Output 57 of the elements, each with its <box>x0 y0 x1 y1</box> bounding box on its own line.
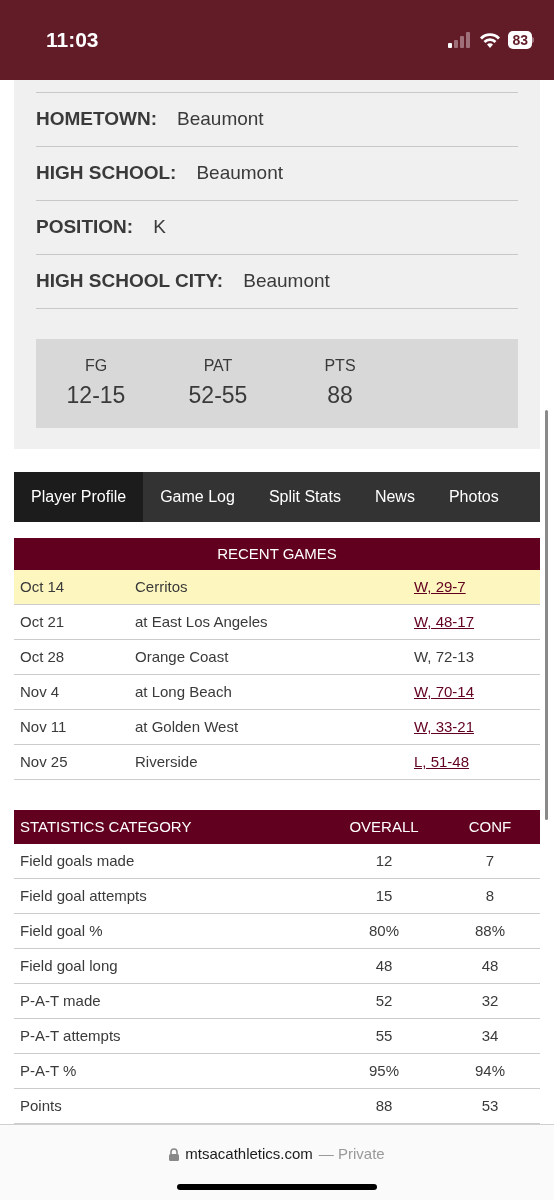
game-result[interactable]: W, 29-7 <box>414 575 466 599</box>
clock: 11:03 <box>46 27 99 54</box>
field-label: HOMETOWN: <box>36 107 158 132</box>
table-header: RECENT GAMES <box>14 538 540 570</box>
table-cell-text: 53 <box>481 1095 499 1116</box>
table-cell-text: P-A-T % <box>20 1060 78 1081</box>
field-value: Beaumont <box>243 269 330 294</box>
table-cell-text: Field goal attempts <box>20 885 148 906</box>
table-cell-text: 48 <box>375 955 393 976</box>
field-value: Beaumont <box>196 161 283 186</box>
game-result[interactable]: L, 51-48 <box>414 750 470 774</box>
signal-icon <box>448 32 473 48</box>
summary-value: 88 <box>327 381 353 411</box>
table-cell-text: Field goal long <box>20 955 119 976</box>
table-cell-text: 15 <box>375 885 393 906</box>
table-cell-text: 8 <box>485 885 495 906</box>
table-cell-text: 52 <box>375 990 393 1011</box>
table-cell-text: P-A-T attempts <box>20 1025 122 1046</box>
table-cell-text: Field goal % <box>20 920 104 941</box>
game-result: W, 72-13 <box>414 646 475 667</box>
table-cell-text: 48 <box>481 955 499 976</box>
private-label: — Private <box>318 1144 385 1164</box>
lock-icon <box>169 1147 180 1161</box>
table-cell-text: 88 <box>375 1095 393 1116</box>
table-cell-text: 12 <box>375 850 393 871</box>
field-label: HIGH SCHOOL: <box>36 161 177 186</box>
field-value: K <box>153 215 166 240</box>
game-result[interactable]: W, 48-17 <box>414 610 475 634</box>
table-cell-text: 7 <box>485 850 495 871</box>
wifi-icon <box>479 32 502 48</box>
table-cell-text: 34 <box>481 1025 499 1046</box>
url-text[interactable]: mtsacathletics.com <box>185 1143 313 1166</box>
table-cell-text: 80% <box>369 920 399 941</box>
table-cell-text: 95% <box>369 1060 399 1081</box>
summary-label: FG <box>84 356 108 377</box>
table-cell-text: P-A-T made <box>20 990 102 1011</box>
table-cell-text: 88% <box>475 920 505 941</box>
field-label: POSITION: <box>36 215 134 240</box>
summary-label: PAT <box>203 356 233 377</box>
table-cell-text: 55 <box>375 1025 393 1046</box>
summary-label: PTS <box>324 356 356 377</box>
tab[interactable]: Player Profile <box>14 472 144 522</box>
summary-value: 52-55 <box>188 381 248 411</box>
battery-icon: 83 <box>508 31 534 49</box>
column-header: OVERALL <box>349 816 419 837</box>
field-label: HIGH SCHOOL CITY: <box>36 269 224 294</box>
game-result[interactable]: W, 33-21 <box>414 715 475 739</box>
column-header: CONF <box>468 816 512 837</box>
table-cell-text: 32 <box>481 990 499 1011</box>
column-header: STATISTICS CATEGORY <box>20 816 193 837</box>
summary-value: 12-15 <box>66 381 126 411</box>
table-cell-text: 94% <box>475 1060 505 1081</box>
field-value: Beaumont <box>177 107 264 132</box>
scrollbar-icon <box>545 410 548 820</box>
table-cell-text: Points <box>20 1095 63 1116</box>
game-result[interactable]: W, 70-14 <box>414 680 475 704</box>
table-cell-text: Field goals made <box>20 850 136 871</box>
